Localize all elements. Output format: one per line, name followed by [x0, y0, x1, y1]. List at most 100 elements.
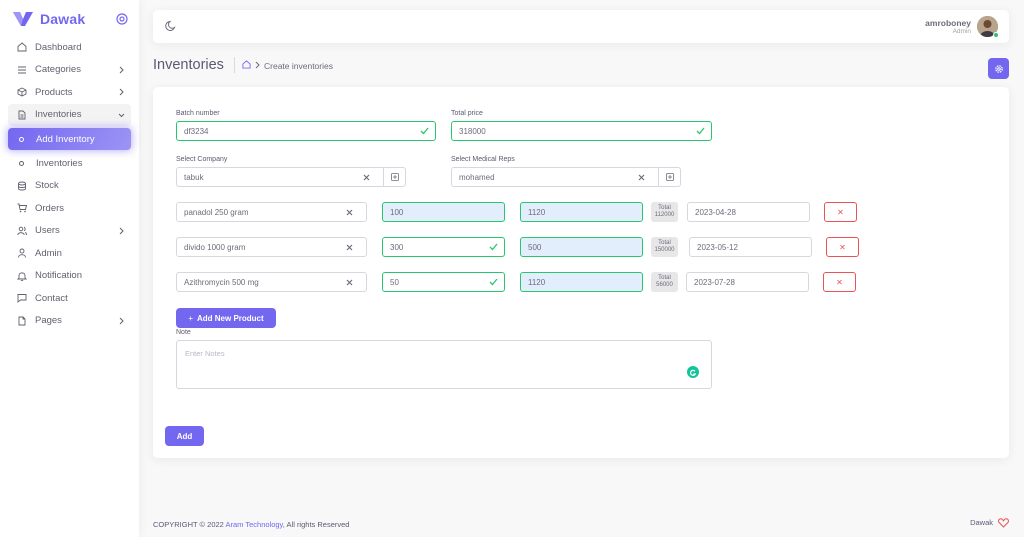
sidebar-item-orders[interactable]: Orders: [8, 197, 131, 220]
chevron-right-icon: [119, 88, 124, 96]
quantity-value: 300: [390, 242, 404, 252]
clear-icon[interactable]: [346, 279, 353, 286]
sidebar-item-pages[interactable]: Pages: [8, 310, 131, 333]
chevron-right-icon: [119, 317, 124, 324]
date-input[interactable]: 2023-04-28: [687, 202, 810, 222]
plus-square-icon: [390, 173, 399, 181]
chevron-right-icon: [119, 227, 124, 234]
remove-row-button[interactable]: ✕: [826, 237, 859, 257]
add-new-product-button[interactable]: + Add New Product: [176, 308, 276, 328]
note-placeholder: Enter Notes: [185, 349, 225, 358]
list-icon: [16, 64, 27, 75]
price-input[interactable]: 1120: [520, 272, 643, 292]
sidebar-item-notification[interactable]: Notification: [8, 265, 131, 288]
sidebar-item-dashboard[interactable]: Dashboard: [8, 36, 131, 59]
total-price-input[interactable]: 318000: [451, 121, 712, 141]
product-select[interactable]: divido 1000 gram: [176, 237, 367, 257]
date-input[interactable]: 2023-07-28: [686, 272, 809, 292]
moon-icon[interactable]: [165, 20, 177, 32]
row-total-badge: Total 112000: [651, 202, 678, 222]
date-input[interactable]: 2023-05-12: [689, 237, 812, 257]
clear-icon[interactable]: [346, 244, 353, 251]
product-select[interactable]: panadol 250 gram: [176, 202, 367, 222]
batch-number-value: df3234: [184, 126, 209, 136]
product-select-value: Azithromycin 500 mg: [184, 277, 259, 287]
sidebar-item-label: Stock: [35, 180, 59, 192]
sidebar-item-label: Inventories: [35, 109, 82, 121]
brand-name: Dawak: [40, 11, 86, 27]
brand[interactable]: Dawak: [12, 11, 85, 27]
footer-copyright: COPYRIGHT © 2022 Aram Technology, All ri…: [153, 520, 349, 529]
note-textarea[interactable]: Enter Notes: [176, 340, 712, 389]
price-value: 1120: [528, 277, 546, 287]
sidebar-item-add-inventory[interactable]: Add Inventory: [8, 128, 131, 150]
heart-icon: [998, 518, 1009, 528]
close-icon: ✕: [837, 207, 844, 217]
home-icon[interactable]: [242, 60, 251, 69]
add-new-product-label: Add New Product: [197, 313, 264, 323]
sidebar-item-contact[interactable]: Contact: [8, 287, 131, 310]
total-price-value: 318000: [459, 126, 486, 136]
medical-reps-select[interactable]: mohamed: [451, 167, 659, 187]
price-value: 1120: [528, 207, 546, 217]
date-value: 2023-07-28: [694, 277, 735, 287]
user-name[interactable]: amroboney: [925, 18, 971, 28]
database-icon: [16, 180, 27, 191]
sidebar-item-products[interactable]: Products: [8, 81, 131, 104]
sidebar-item-users[interactable]: Users: [8, 220, 131, 243]
close-icon: ✕: [836, 277, 843, 287]
circle-icon: [18, 160, 24, 166]
users-icon: [16, 225, 27, 236]
sidebar-item-inventories[interactable]: Inventories: [8, 103, 131, 126]
row-total-label: Total: [658, 205, 671, 211]
add-inventory-submit-button[interactable]: Add: [165, 426, 204, 446]
sidebar-item-inventories-list[interactable]: Inventories: [8, 152, 131, 175]
settings-button[interactable]: [988, 58, 1009, 79]
cart-icon: [16, 203, 27, 214]
row-total-label: Total: [658, 275, 671, 281]
select-medical-reps-label: Select Medical Reps: [451, 156, 515, 163]
sidebar-item-categories[interactable]: Categories: [8, 59, 131, 82]
sidebar-item-label: Contact: [35, 292, 68, 304]
price-input[interactable]: 1120: [520, 202, 643, 222]
sidebar-item-admin[interactable]: Admin: [8, 242, 131, 265]
row-total-value: 112000: [654, 212, 675, 218]
select-company-label: Select Company: [176, 156, 228, 163]
sidebar-item-label: Inventories: [36, 157, 83, 169]
circle-icon: [18, 136, 24, 142]
clear-icon[interactable]: [638, 174, 645, 181]
quantity-value: 50: [390, 277, 399, 287]
grammarly-icon[interactable]: [687, 366, 699, 378]
quantity-value: 100: [390, 207, 404, 217]
chevron-down-icon: [118, 113, 125, 117]
quantity-input[interactable]: 50: [382, 272, 505, 292]
quantity-input[interactable]: 100: [382, 202, 505, 222]
chevron-right-icon: [255, 61, 260, 69]
batch-number-input[interactable]: df3234: [176, 121, 436, 141]
plus-icon: +: [188, 313, 193, 323]
sidebar-item-label: Notification: [35, 270, 82, 282]
company-select[interactable]: tabuk: [176, 167, 384, 187]
quantity-input[interactable]: 300: [382, 237, 505, 257]
check-icon: [696, 127, 705, 135]
sidebar-item-label: Categories: [35, 64, 81, 76]
price-value: 500: [528, 242, 542, 252]
product-select-value: panadol 250 gram: [184, 207, 249, 217]
add-company-button[interactable]: [383, 167, 406, 187]
product-select[interactable]: Azithromycin 500 mg: [176, 272, 367, 292]
add-medical-rep-button[interactable]: [658, 167, 681, 187]
sidebar-item-stock[interactable]: Stock: [8, 175, 131, 198]
date-value: 2023-04-28: [695, 207, 736, 217]
price-input[interactable]: 500: [520, 237, 643, 257]
remove-row-button[interactable]: ✕: [824, 202, 857, 222]
company-select-value: tabuk: [184, 172, 204, 182]
page-title: Inventories: [153, 57, 224, 73]
collapse-toggle-icon[interactable]: [116, 13, 128, 25]
clear-icon[interactable]: [346, 209, 353, 216]
clear-icon[interactable]: [363, 174, 370, 181]
footer-brand: Dawak: [970, 518, 993, 527]
footer-company-link[interactable]: Aram Technology: [226, 520, 283, 529]
chevron-right-icon: [119, 66, 124, 73]
date-value: 2023-05-12: [697, 242, 738, 252]
remove-row-button[interactable]: ✕: [823, 272, 856, 292]
